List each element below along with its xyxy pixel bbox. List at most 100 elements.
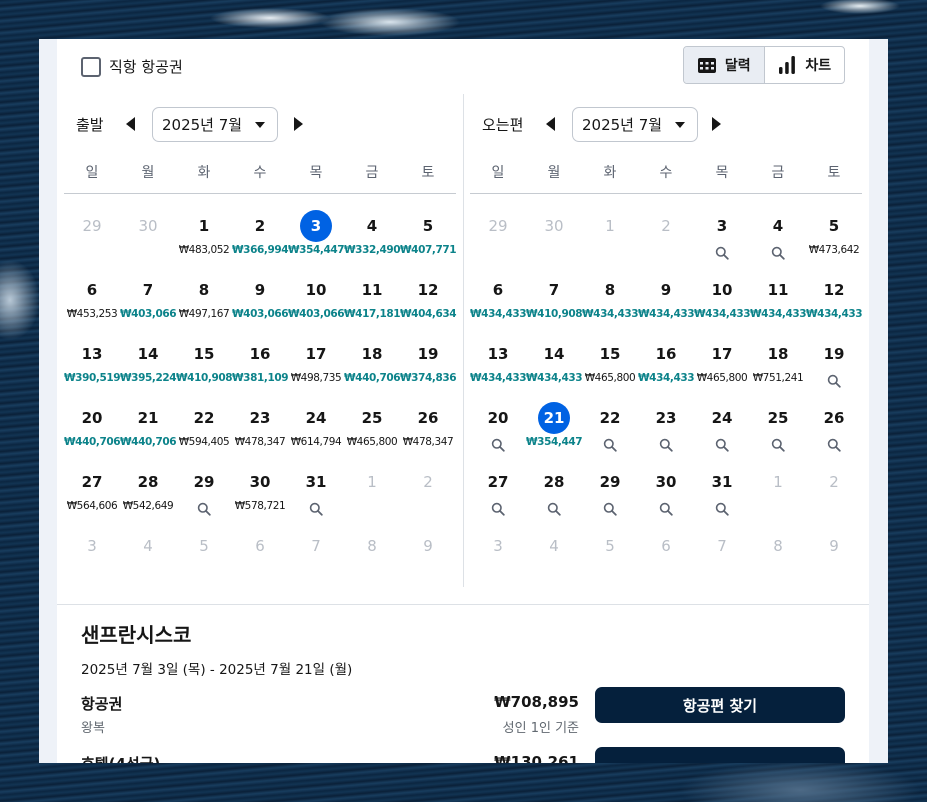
- search-icon[interactable]: [827, 373, 841, 388]
- day-number: 24: [305, 409, 327, 427]
- find-hotels-button[interactable]: [595, 747, 845, 763]
- return-prev-month-icon[interactable]: [546, 117, 555, 131]
- calendar-day[interactable]: 25: [750, 399, 806, 463]
- calendar-day[interactable]: 16 ₩434,433: [638, 335, 695, 399]
- calendar-day[interactable]: 14 ₩395,224: [120, 335, 177, 399]
- calendar-day[interactable]: 29: [176, 463, 232, 527]
- calendar-day[interactable]: 5 ₩473,642: [806, 207, 862, 271]
- search-icon[interactable]: [715, 245, 729, 260]
- calendar-day[interactable]: 26 ₩478,347: [400, 399, 456, 463]
- calendar-day[interactable]: 22: [582, 399, 638, 463]
- calendar-day[interactable]: 15 ₩465,800: [582, 335, 638, 399]
- calendar-day[interactable]: 24 ₩614,794: [288, 399, 344, 463]
- calendar-day[interactable]: 22 ₩594,405: [176, 399, 232, 463]
- calendar-day[interactable]: 23: [638, 399, 694, 463]
- calendar-day[interactable]: 28 ₩542,649: [120, 463, 176, 527]
- calendar-day[interactable]: 25 ₩465,800: [344, 399, 400, 463]
- calendar-day[interactable]: 13 ₩434,433: [470, 335, 527, 399]
- calendar-day[interactable]: 29: [582, 463, 638, 527]
- calendar-day[interactable]: 3: [694, 207, 750, 271]
- day-number: 5: [422, 217, 434, 235]
- depart-next-month-icon[interactable]: [294, 117, 303, 131]
- calendar-day[interactable]: 10 ₩403,066: [288, 271, 345, 335]
- calendar-day[interactable]: 18 ₩440,706: [344, 335, 401, 399]
- calendar-day[interactable]: 27: [470, 463, 526, 527]
- chart-view-button[interactable]: 차트: [765, 47, 845, 83]
- calendar-view-button[interactable]: 달력: [684, 47, 765, 83]
- day-number: 3: [716, 217, 728, 235]
- calendar-day[interactable]: 19: [806, 335, 862, 399]
- calendar-day[interactable]: 1 ₩483,052: [176, 207, 232, 271]
- calendar-day[interactable]: 6 ₩434,433: [470, 271, 527, 335]
- find-flights-button[interactable]: 항공편 찾기: [595, 687, 845, 723]
- depart-weekday-row: 일월화수목금토: [64, 162, 456, 194]
- calendar-day[interactable]: 20 ₩440,706: [64, 399, 121, 463]
- search-icon[interactable]: [771, 437, 785, 452]
- calendar-day[interactable]: 17 ₩498,735: [288, 335, 344, 399]
- calendar-day[interactable]: 8 ₩434,433: [582, 271, 639, 335]
- direct-flights-checkbox[interactable]: [81, 56, 101, 77]
- search-icon[interactable]: [659, 437, 673, 452]
- calendar-day[interactable]: 21 ₩440,706: [120, 399, 177, 463]
- calendar-day[interactable]: 9 ₩403,066: [232, 271, 289, 335]
- calendar-day[interactable]: 19 ₩374,836: [400, 335, 457, 399]
- day-price: ₩403,066: [288, 308, 345, 320]
- calendar-day[interactable]: 24: [694, 399, 750, 463]
- calendar-day[interactable]: 7 ₩403,066: [120, 271, 177, 335]
- depart-prev-month-icon[interactable]: [126, 117, 135, 131]
- search-icon[interactable]: [491, 437, 505, 452]
- calendar-day[interactable]: 15 ₩410,908: [176, 335, 233, 399]
- calendar-day[interactable]: 16 ₩381,109: [232, 335, 289, 399]
- calendar-day[interactable]: 30 ₩578,721: [232, 463, 288, 527]
- calendar-day[interactable]: 31: [288, 463, 344, 527]
- return-next-month-icon[interactable]: [712, 117, 721, 131]
- calendar-day[interactable]: 23 ₩478,347: [232, 399, 288, 463]
- search-icon[interactable]: [771, 245, 785, 260]
- search-icon[interactable]: [603, 437, 617, 452]
- calendar-day[interactable]: 8 ₩497,167: [176, 271, 232, 335]
- calendar-day[interactable]: 5 ₩407,771: [400, 207, 457, 271]
- calendar-day[interactable]: 12 ₩434,433: [806, 271, 863, 335]
- calendar-day[interactable]: 4 ₩332,490: [344, 207, 401, 271]
- search-icon[interactable]: [197, 501, 211, 516]
- search-icon[interactable]: [827, 437, 841, 452]
- calendar-day[interactable]: 13 ₩390,519: [64, 335, 121, 399]
- calendar-day: 30: [526, 207, 582, 271]
- search-icon[interactable]: [491, 501, 505, 516]
- calendar-day[interactable]: 27 ₩564,606: [64, 463, 120, 527]
- search-icon[interactable]: [603, 501, 617, 516]
- search-icon[interactable]: [715, 501, 729, 516]
- calendar-day: 29: [470, 207, 526, 271]
- calendar-day[interactable]: 28: [526, 463, 582, 527]
- calendar-day[interactable]: 9 ₩434,433: [638, 271, 695, 335]
- return-month-select[interactable]: 2025년 7월: [572, 107, 698, 142]
- depart-month-select[interactable]: 2025년 7월: [152, 107, 278, 142]
- calendar-day[interactable]: 10 ₩434,433: [694, 271, 751, 335]
- calendar-day[interactable]: 2 ₩366,994: [232, 207, 289, 271]
- calendar-day-selected[interactable]: 3 ₩354,447: [288, 207, 345, 271]
- calendar-day[interactable]: 12 ₩404,634: [400, 271, 457, 335]
- search-icon[interactable]: [547, 501, 561, 516]
- return-day-grid: 29 30 1 2 3 4 5 ₩473,642 6 ₩434,433 7 ₩410,908 8 ₩434…: [470, 194, 863, 591]
- calendar-day[interactable]: 11 ₩417,181: [344, 271, 401, 335]
- calendar-day[interactable]: 7 ₩410,908: [526, 271, 583, 335]
- calendar-day[interactable]: 17 ₩465,800: [694, 335, 750, 399]
- day-number: 29: [488, 217, 508, 235]
- day-price: ₩440,706: [64, 436, 121, 448]
- day-number: 31: [305, 473, 327, 491]
- calendar-day[interactable]: 14 ₩434,433: [526, 335, 583, 399]
- calendar-day[interactable]: 6 ₩453,253: [64, 271, 120, 335]
- search-icon[interactable]: [715, 437, 729, 452]
- calendar-day[interactable]: 31: [694, 463, 750, 527]
- calendar-day[interactable]: 30: [638, 463, 694, 527]
- direct-flights-toggle[interactable]: 직항 항공권: [81, 56, 183, 77]
- day-number: 23: [655, 409, 677, 427]
- calendar-day[interactable]: 18 ₩751,241: [750, 335, 806, 399]
- calendar-day[interactable]: 11 ₩434,433: [750, 271, 807, 335]
- calendar-day-selected[interactable]: 21 ₩354,447: [526, 399, 583, 463]
- search-icon[interactable]: [659, 501, 673, 516]
- calendar-day[interactable]: 26: [806, 399, 862, 463]
- search-icon[interactable]: [309, 501, 323, 516]
- calendar-day[interactable]: 4: [750, 207, 806, 271]
- calendar-day[interactable]: 20: [470, 399, 526, 463]
